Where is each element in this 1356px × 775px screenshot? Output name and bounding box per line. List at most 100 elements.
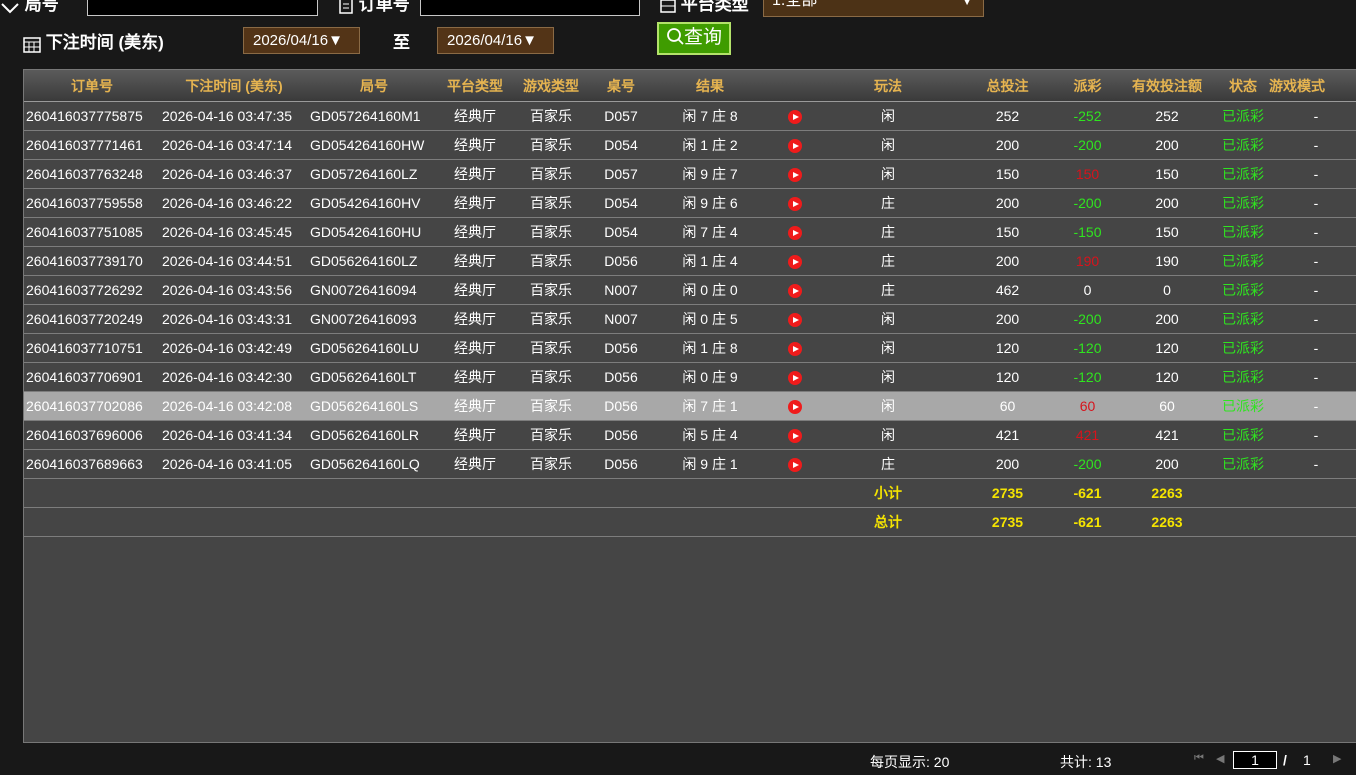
play-video-icon[interactable]: [788, 342, 802, 357]
table-row[interactable]: 260416037759558 2026-04-16 03:46:22 GD0542…: [24, 188, 1356, 218]
table-no-cell: D054: [592, 130, 650, 160]
table-row[interactable]: 260416037775875 2026-04-16 03:47:35 GD0572…: [24, 101, 1356, 131]
platform-select[interactable]: 1.全部 ▼: [763, 0, 984, 17]
chevron-down-icon: ▼: [961, 0, 973, 8]
result-cell: 闲 7 庄 1: [650, 391, 770, 421]
play-video-icon[interactable]: [788, 284, 802, 299]
empty-cell: [1218, 507, 1268, 537]
game-type-cell: 百家乐: [510, 304, 592, 334]
column-header: 下注时间 (美东): [160, 70, 308, 102]
bet-option-cell: 庄: [820, 275, 956, 305]
game-no-cell: GD056264160LQ: [308, 449, 440, 479]
order-no-cell: 260416037759558: [24, 188, 160, 218]
empty-cell: [770, 478, 820, 508]
table-row[interactable]: 260416037751085 2026-04-16 03:45:45 GD0542…: [24, 217, 1356, 247]
table-row[interactable]: 260416037720249 2026-04-16 03:43:31 GN0072…: [24, 304, 1356, 334]
play-video-icon[interactable]: [788, 400, 802, 415]
first-page-icon[interactable]: ⏮: [1194, 752, 1204, 765]
page-number-input[interactable]: 1: [1233, 751, 1277, 769]
platform-cell: 经典厅: [440, 246, 510, 276]
total-pages-text: 1: [1303, 752, 1311, 768]
table-row[interactable]: 260416037710751 2026-04-16 03:42:49 GD0562…: [24, 333, 1356, 363]
payout-cell: 190: [1059, 246, 1116, 276]
platform-cell: 经典厅: [440, 304, 510, 334]
empty-cell: [592, 507, 650, 537]
game-no-cell: GN00726416093: [308, 304, 440, 334]
play-video-icon[interactable]: [788, 371, 802, 386]
status-cell: 已派彩: [1218, 391, 1268, 421]
table-row[interactable]: 260416037689663 2026-04-16 03:41:05 GD0562…: [24, 449, 1356, 479]
game-mode-cell: -: [1268, 188, 1356, 218]
order-no-cell: 260416037771461: [24, 130, 160, 160]
payout-cell: 60: [1059, 391, 1116, 421]
empty-cell: [24, 478, 160, 508]
date-to-value: 2026/04/16▼: [447, 32, 537, 49]
bet-option-cell: 庄: [820, 449, 956, 479]
bet-time-cell: 2026-04-16 03:47:14: [160, 130, 308, 160]
next-page-icon[interactable]: ▶: [1333, 752, 1341, 765]
replay-cell: [770, 159, 820, 189]
table-row[interactable]: 260416037702086 2026-04-16 03:42:08 GD0562…: [24, 391, 1356, 421]
page-separator: /: [1283, 752, 1287, 768]
status-cell: 已派彩: [1218, 217, 1268, 247]
column-header: 游戏模式: [1268, 70, 1356, 102]
bet-time-cell: 2026-04-16 03:46:22: [160, 188, 308, 218]
result-cell: 闲 0 庄 0: [650, 275, 770, 305]
result-cell: 闲 9 庄 7: [650, 159, 770, 189]
game-mode-cell: -: [1268, 333, 1356, 363]
game-type-cell: 百家乐: [510, 246, 592, 276]
bet-option-cell: 闲: [820, 101, 956, 131]
replay-cell: [770, 420, 820, 450]
subtotal-label: 小计: [820, 478, 956, 508]
total-bet-cell: 60: [956, 391, 1059, 421]
total-bet-cell: 120: [956, 333, 1059, 363]
play-video-icon[interactable]: [788, 313, 802, 328]
game-type-cell: 百家乐: [510, 101, 592, 131]
table-header: 订单号 下注时间 (美东) 局号 平台类型 游戏类型 桌号 结果 玩法 总投注 派彩 有效投注额 状态…: [24, 70, 1356, 102]
game-mode-cell: -: [1268, 304, 1356, 334]
table-row[interactable]: 260416037726292 2026-04-16 03:43:56 GN0072…: [24, 275, 1356, 305]
valid-bet-cell: 120: [1116, 362, 1218, 392]
result-cell: 闲 0 庄 9: [650, 362, 770, 392]
play-video-icon[interactable]: [788, 226, 802, 241]
game-no-cell: GD056264160LT: [308, 362, 440, 392]
table-row[interactable]: 260416037763248 2026-04-16 03:46:37 GD0572…: [24, 159, 1356, 189]
bet-time-cell: 2026-04-16 03:45:45: [160, 217, 308, 247]
table-row[interactable]: 260416037696006 2026-04-16 03:41:34 GD0562…: [24, 420, 1356, 450]
play-video-icon[interactable]: [788, 168, 802, 183]
valid-bet-cell: 150: [1116, 159, 1218, 189]
play-video-icon[interactable]: [788, 139, 802, 154]
empty-cell: [308, 507, 440, 537]
game-no-input[interactable]: [87, 0, 318, 16]
play-video-icon[interactable]: [788, 197, 802, 212]
platform-cell: 经典厅: [440, 333, 510, 363]
search-button[interactable]: 查询: [657, 22, 731, 55]
column-header: 平台类型: [440, 70, 510, 102]
table-row[interactable]: 260416037706901 2026-04-16 03:42:30 GD0562…: [24, 362, 1356, 392]
order-no-cell: 260416037710751: [24, 333, 160, 363]
bet-records-table: 订单号 下注时间 (美东) 局号 平台类型 游戏类型 桌号 结果 玩法 总投注 派彩 有效投注额 状态…: [24, 70, 1356, 537]
table-row[interactable]: 260416037771461 2026-04-16 03:47:14 GD0542…: [24, 130, 1356, 160]
play-video-icon[interactable]: [788, 110, 802, 125]
order-no-input[interactable]: [420, 0, 640, 16]
payout-cell: -252: [1059, 101, 1116, 131]
replay-cell: [770, 130, 820, 160]
result-cell: 闲 7 庄 8: [650, 101, 770, 131]
search-icon: [667, 28, 684, 46]
table-row[interactable]: 260416037739170 2026-04-16 03:44:51 GD0562…: [24, 246, 1356, 276]
empty-cell: [1268, 507, 1356, 537]
prev-page-icon[interactable]: ◀: [1216, 752, 1224, 765]
empty-cell: [308, 478, 440, 508]
game-mode-cell: -: [1268, 217, 1356, 247]
table-no-cell: D056: [592, 333, 650, 363]
game-no-cell: GD057264160LZ: [308, 159, 440, 189]
date-to-picker[interactable]: 2026/04/16▼: [437, 27, 554, 54]
payout-cell: -120: [1059, 333, 1116, 363]
game-type-cell: 百家乐: [510, 420, 592, 450]
column-header: 桌号: [592, 70, 650, 102]
play-video-icon[interactable]: [788, 255, 802, 270]
play-video-icon[interactable]: [788, 429, 802, 444]
platform-cell: 经典厅: [440, 275, 510, 305]
play-video-icon[interactable]: [788, 458, 802, 473]
date-from-picker[interactable]: 2026/04/16▼: [243, 27, 360, 54]
